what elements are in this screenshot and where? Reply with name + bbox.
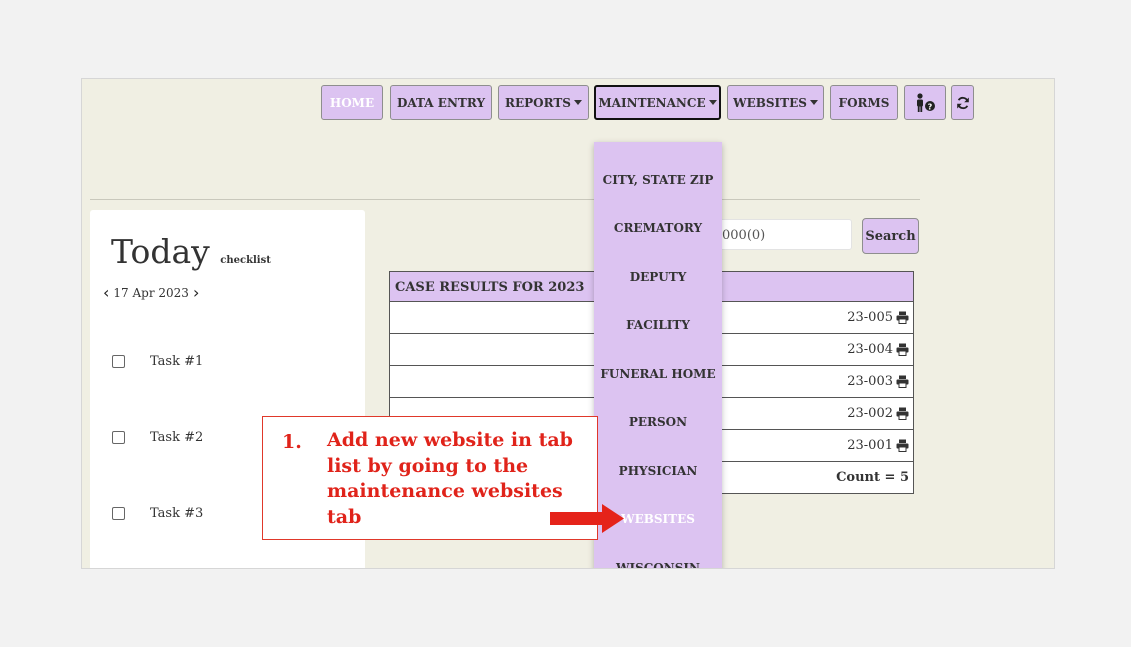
task-item-1: Task #1 — [112, 354, 203, 369]
nav-forms-label: FORMS — [838, 95, 890, 110]
callout-text: Add new website in tab list by going to … — [327, 429, 573, 528]
nav-websites-button[interactable]: WEBSITES — [727, 85, 824, 120]
task-label: Task #2 — [150, 430, 204, 445]
nav-data-entry-button[interactable]: DATA ENTRY — [390, 85, 492, 120]
nav-home-label: HOME — [329, 95, 375, 110]
menu-item-funeral-home[interactable]: FUNERAL HOME — [594, 367, 722, 381]
task-checkbox[interactable] — [112, 355, 125, 368]
search-button[interactable]: Search — [862, 218, 919, 254]
help-button[interactable]: ? — [904, 85, 946, 120]
chevron-right-icon[interactable]: › — [193, 283, 199, 302]
nav-reports-button[interactable]: REPORTS — [498, 85, 589, 120]
nav-websites-label: WEBSITES — [733, 95, 807, 110]
menu-item-city-state-zip[interactable]: CITY, STATE ZIP — [594, 173, 722, 187]
case-count: Count = 5 — [836, 470, 909, 485]
menu-item-facility[interactable]: FACILITY — [594, 318, 722, 332]
nav-data-entry-label: DATA ENTRY — [396, 95, 486, 110]
nav-reports-label: REPORTS — [505, 95, 571, 110]
today-title: Today checklist — [111, 232, 271, 271]
nav-maintenance-button[interactable]: MAINTENANCE — [594, 85, 721, 120]
person-help-icon: ? — [917, 92, 935, 112]
svg-text:?: ? — [928, 102, 933, 111]
printer-icon[interactable] — [896, 439, 909, 452]
case-number: 23-002 — [847, 406, 893, 421]
printer-icon[interactable] — [896, 311, 909, 324]
chevron-down-icon — [809, 100, 818, 105]
task-checkbox[interactable] — [112, 507, 125, 520]
nav-home-button[interactable]: HOME — [321, 85, 383, 120]
refresh-button[interactable] — [951, 85, 974, 120]
case-number: 23-005 — [847, 310, 893, 325]
printer-icon[interactable] — [896, 407, 909, 420]
case-number: 23-003 — [847, 374, 893, 389]
menu-item-crematory[interactable]: CREMATORY — [594, 221, 722, 235]
today-title-text: Today — [111, 232, 210, 271]
task-item-2: Task #2 — [112, 430, 203, 445]
task-checkbox[interactable] — [112, 431, 125, 444]
nav-maintenance-label: MAINTENANCE — [598, 95, 706, 110]
menu-item-physician[interactable]: PHYSICIAN — [594, 464, 722, 478]
date-navigator: ‹ 17 Apr 2023 › — [103, 283, 199, 302]
menu-item-person[interactable]: PERSON — [594, 415, 722, 429]
callout-number: 1. — [282, 431, 302, 453]
case-number: 23-001 — [847, 438, 893, 453]
divider — [90, 199, 920, 200]
chevron-down-icon — [573, 100, 582, 105]
printer-icon[interactable] — [896, 343, 909, 356]
nav-forms-button[interactable]: FORMS — [830, 85, 898, 120]
task-label: Task #1 — [150, 354, 204, 369]
task-item-3: Task #3 — [112, 506, 203, 521]
search-button-label: Search — [865, 228, 916, 244]
annotation-callout: 1. Add new website in tab list by going … — [262, 416, 598, 540]
refresh-icon — [956, 96, 969, 109]
arrow-right-icon — [550, 504, 624, 533]
printer-icon[interactable] — [896, 375, 909, 388]
chevron-left-icon[interactable]: ‹ — [103, 283, 109, 302]
search-input[interactable]: 000(0) — [704, 219, 852, 250]
chevron-down-icon — [708, 100, 717, 105]
menu-item-wisconsin[interactable]: WISCONSIN — [594, 561, 722, 568]
case-number: 23-004 — [847, 342, 893, 357]
current-date: 17 Apr 2023 — [113, 285, 189, 300]
menu-item-deputy[interactable]: DEPUTY — [594, 270, 722, 284]
task-label: Task #3 — [150, 506, 204, 521]
today-subtitle: checklist — [220, 255, 271, 266]
